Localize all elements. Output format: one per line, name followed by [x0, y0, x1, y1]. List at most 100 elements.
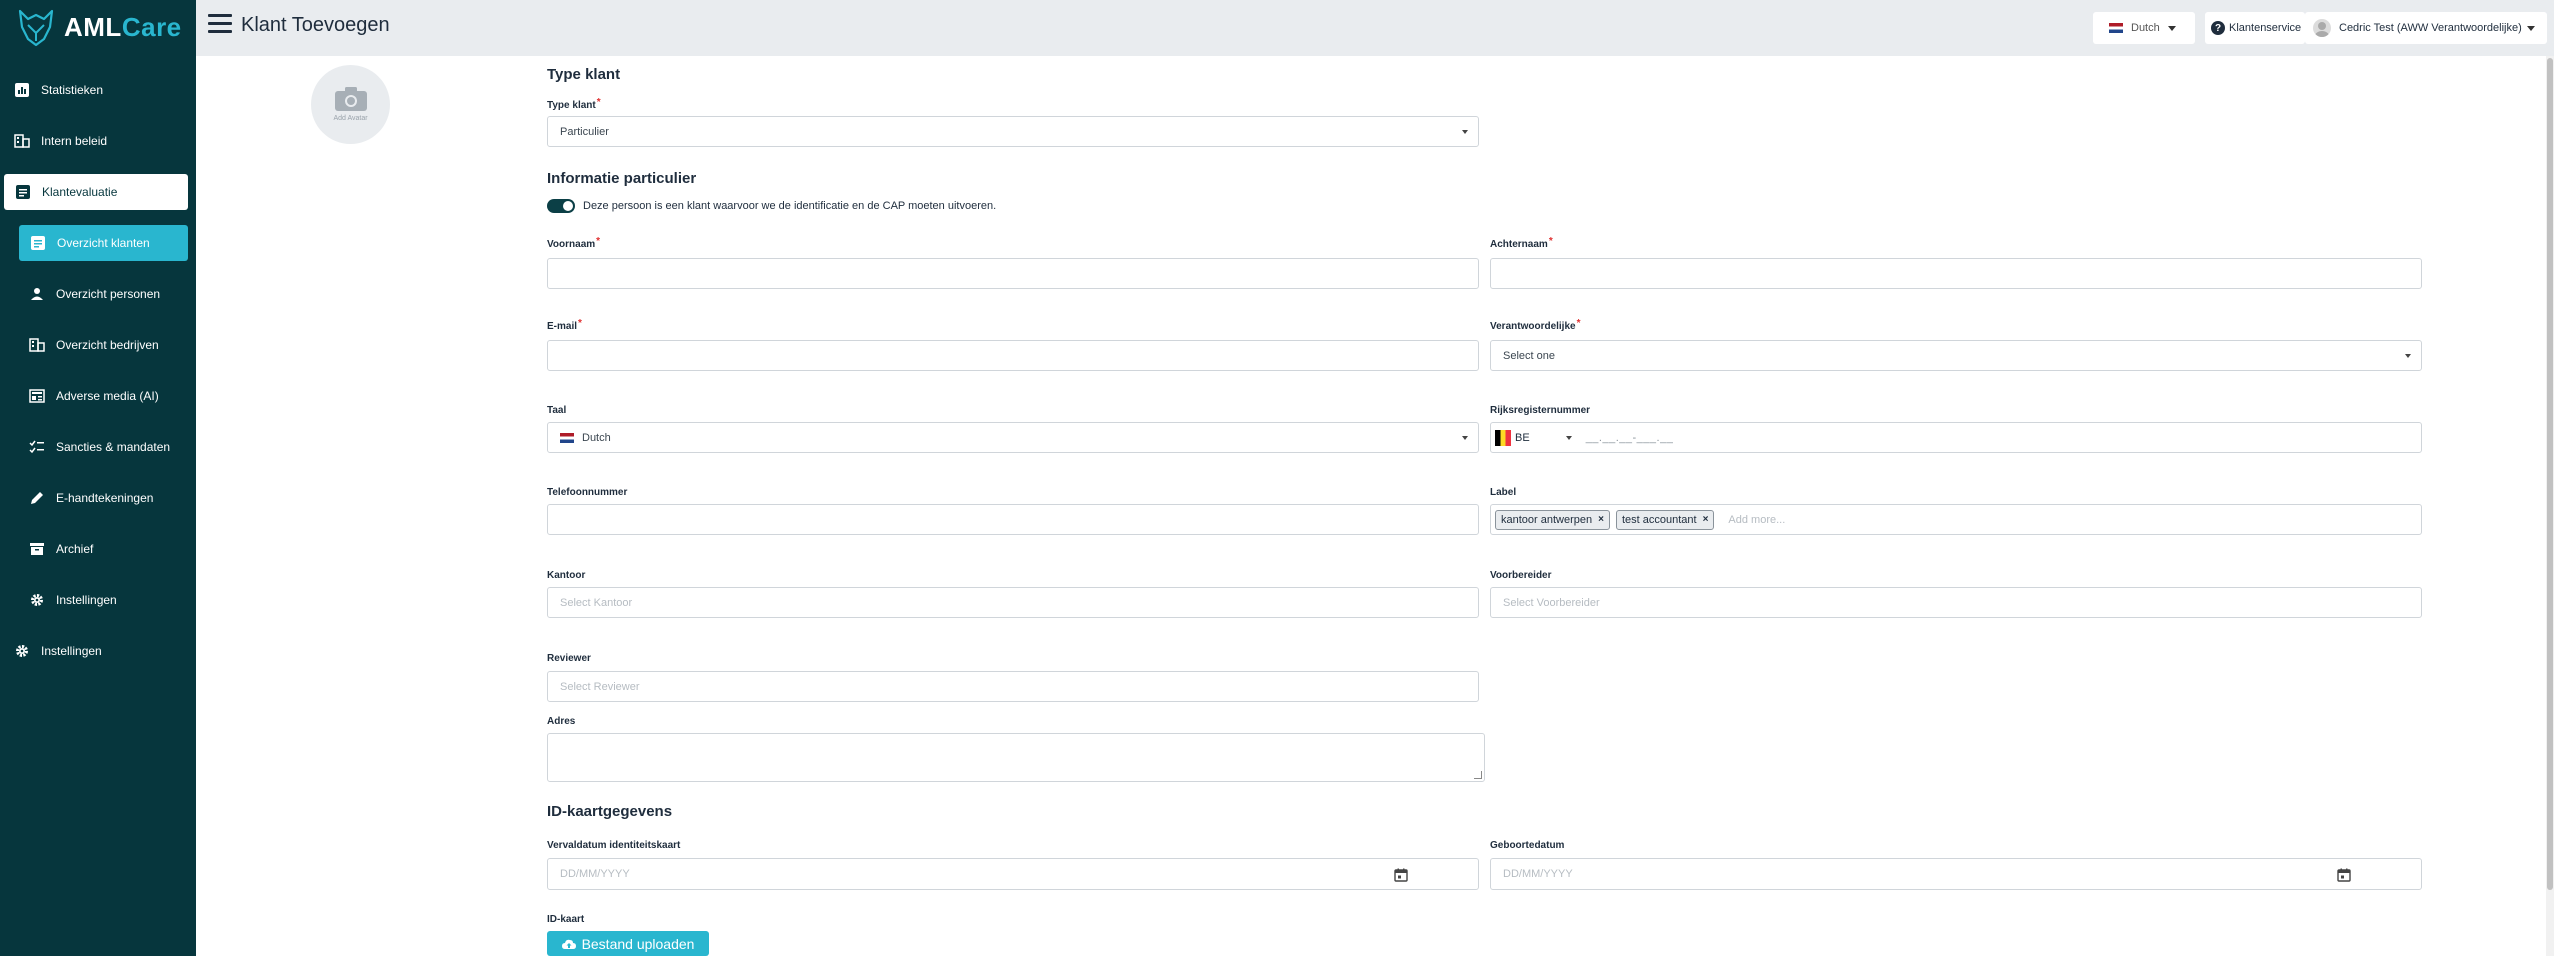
sidebar-item-klantevaluatie[interactable]: Klantevaluatie: [4, 174, 188, 210]
caret-down-icon: [2405, 354, 2411, 358]
label-label: Label: [1490, 487, 1517, 498]
cloud-upload-icon: [561, 939, 576, 949]
newspaper-icon: [28, 387, 46, 405]
country-code-value: BE: [1515, 431, 1530, 444]
identification-toggle-label: Deze persoon is een klant waarvoor we de…: [583, 200, 997, 212]
taal-label: Taal: [547, 405, 567, 416]
fox-logo-icon: [18, 9, 54, 47]
reviewer-label: Reviewer: [547, 653, 591, 664]
achternaam-input[interactable]: [1490, 258, 2422, 289]
email-input[interactable]: [547, 340, 1479, 371]
sidebar-item-adverse-media[interactable]: Adverse media (AI): [0, 378, 196, 414]
verantwoordelijke-select[interactable]: Select one: [1490, 340, 2422, 371]
language-dropdown[interactable]: Dutch: [2093, 12, 2195, 44]
taal-select[interactable]: Dutch: [547, 422, 1479, 453]
add-more-placeholder[interactable]: Add more...: [1728, 514, 1785, 526]
voorbereider-select[interactable]: Select Voorbereider: [1490, 587, 2422, 618]
sidebar-item-overzicht-bedrijven[interactable]: Overzicht bedrijven: [0, 327, 196, 363]
sidebar-item-e-handtekeningen[interactable]: E-handtekeningen: [0, 480, 196, 516]
label-tags-input[interactable]: kantoor antwerpen × test accountant × Ad…: [1490, 504, 2422, 535]
sidebar-item-label: E-handtekeningen: [56, 491, 154, 505]
sidebar-item-label: Sancties & mandaten: [56, 440, 171, 454]
flag-be-icon: [1495, 429, 1511, 446]
chart-icon: [13, 81, 31, 99]
voorbereider-placeholder: Select Voorbereider: [1503, 596, 1600, 609]
voorbereider-label: Voorbereider: [1490, 570, 1552, 581]
page-title: Klant Toevoegen: [241, 14, 390, 36]
taal-value: Dutch: [582, 431, 611, 444]
sidebar-item-sancties-mandaten[interactable]: Sancties & mandaten: [0, 429, 196, 465]
document-icon: [14, 183, 32, 201]
calendar-icon[interactable]: [1394, 868, 1408, 882]
section-type-klant: Type klant: [547, 66, 621, 83]
identification-toggle[interactable]: [547, 199, 575, 213]
kantoor-select[interactable]: Select Kantoor: [547, 587, 1479, 618]
reviewer-select[interactable]: Select Reviewer: [547, 671, 1479, 702]
voornaam-label: Voornaam*: [547, 236, 601, 250]
vervaldatum-label: Vervaldatum identiteitskaart: [547, 840, 681, 851]
scrollbar-thumb[interactable]: [2547, 58, 2553, 890]
caret-down-icon: [1565, 435, 1572, 440]
user-menu[interactable]: Cedric Test (AWW Verantwoordelijke): [2305, 12, 2547, 44]
rijksregisternummer-input[interactable]: BE __.__.__-___.__: [1490, 422, 2422, 453]
page-scrollbar[interactable]: [2546, 56, 2554, 956]
achternaam-label: Achternaam*: [1490, 236, 1553, 250]
sidebar-item-label: Overzicht klanten: [57, 236, 150, 250]
gear-icon: [28, 591, 46, 609]
camera-icon: [334, 87, 367, 111]
support-link[interactable]: ? Klantenservice: [2205, 12, 2305, 44]
sidebar-item-label: Instellingen: [41, 644, 102, 658]
sidebar-item-archief[interactable]: Archief: [0, 531, 196, 567]
archive-icon: [28, 540, 46, 558]
sidebar-item-label: Instellingen: [56, 593, 117, 607]
geboortedatum-placeholder: DD/MM/YYYY: [1503, 868, 1573, 880]
rijksregisternummer-mask: __.__.__-___.__: [1585, 431, 1674, 444]
upload-file-button[interactable]: Bestand uploaden: [547, 931, 709, 956]
menu-icon[interactable]: [208, 14, 232, 34]
support-label: Klantenservice: [2229, 22, 2302, 34]
vervaldatum-input[interactable]: DD/MM/YYYY: [547, 858, 1479, 890]
resize-handle-icon[interactable]: [1474, 771, 1482, 779]
pen-icon: [28, 489, 46, 507]
avatar-label: Add Avatar: [333, 115, 368, 122]
adres-label: Adres: [547, 716, 576, 727]
logo-text: AMLCare: [64, 11, 182, 42]
geboortedatum-input[interactable]: DD/MM/YYYY: [1490, 858, 2422, 890]
caret-down-icon: [1462, 130, 1468, 134]
caret-down-icon: [1462, 436, 1468, 440]
sidebar-item-label: Intern beleid: [41, 134, 108, 148]
type-klant-label: Type klant*: [547, 97, 601, 111]
adres-textarea[interactable]: [547, 733, 1485, 782]
building-icon: [13, 132, 31, 150]
kantoor-label: Kantoor: [547, 570, 586, 581]
sidebar-item-statistieken[interactable]: Statistieken: [0, 72, 196, 108]
telefoonnummer-input[interactable]: [547, 504, 1479, 535]
voornaam-input[interactable]: [547, 258, 1479, 289]
app-logo[interactable]: AMLCare: [14, 4, 182, 50]
sidebar-item-label: Overzicht bedrijven: [56, 338, 159, 352]
avatar-upload[interactable]: Add Avatar: [311, 65, 390, 144]
sidebar-item-overzicht-personen[interactable]: Overzicht personen: [0, 276, 196, 312]
type-klant-value: Particulier: [560, 125, 609, 138]
section-informatie-particulier: Informatie particulier: [547, 170, 697, 187]
sidebar-item-label: Statistieken: [41, 83, 104, 97]
remove-tag-icon[interactable]: ×: [1598, 514, 1604, 525]
flag-nl-icon: [2109, 23, 2123, 33]
tag-chip: test accountant ×: [1615, 509, 1715, 530]
tag-chip-label: test accountant: [1621, 513, 1697, 526]
country-code-select[interactable]: BE: [1495, 429, 1572, 446]
type-klant-select[interactable]: Particulier: [547, 116, 1479, 147]
calendar-icon[interactable]: [2337, 868, 2351, 882]
sidebar-item-instellingen[interactable]: Instellingen: [0, 633, 196, 669]
sidebar-item-intern-beleid[interactable]: Intern beleid: [0, 123, 196, 159]
sidebar-item-overzicht-klanten[interactable]: Overzicht klanten: [19, 225, 188, 261]
rijksregisternummer-label: Rijksregisternummer: [1490, 405, 1591, 416]
help-icon: ?: [2211, 21, 2225, 35]
sidebar-item-instellingen-sub[interactable]: Instellingen: [0, 582, 196, 618]
kantoor-placeholder: Select Kantoor: [560, 596, 633, 609]
remove-tag-icon[interactable]: ×: [1703, 514, 1709, 525]
verantwoordelijke-placeholder: Select one: [1503, 349, 1555, 362]
document-icon: [29, 234, 47, 252]
top-bar: Klant Toevoegen Dutch ? Klantenservice C…: [196, 0, 2554, 56]
section-id-kaartgegevens: ID-kaartgegevens: [547, 803, 673, 820]
